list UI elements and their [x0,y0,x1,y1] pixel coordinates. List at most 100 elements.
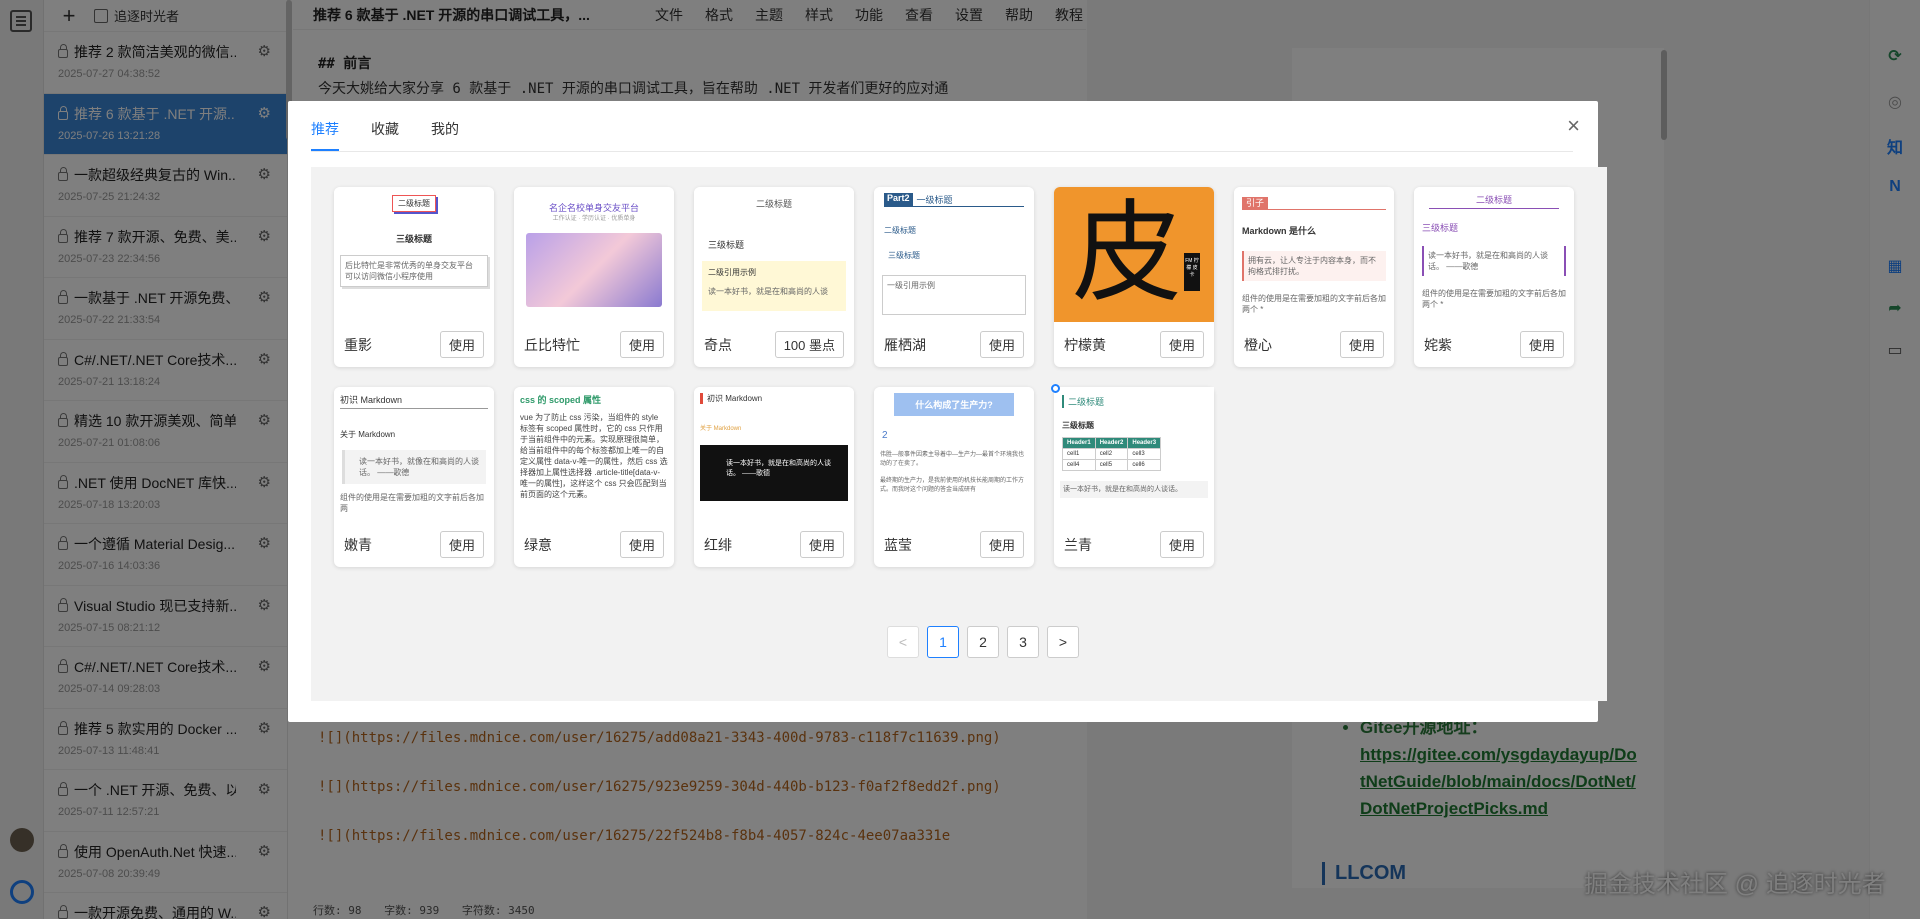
theme-name: 兰青 [1064,536,1092,553]
theme-name: 橙心 [1244,336,1272,353]
use-button[interactable]: 使用 [619,331,664,358]
thumb-tag: FM 柠檬 皮卡 [1184,253,1200,291]
thumb-sub: 关于 Markdown [340,430,396,439]
thumb-table-cell: cell5 [1094,459,1129,471]
theme-card[interactable]: 二级标题 三级标题 二级引用示例 读一本好书，就是在和高尚的人谈 奇点 100 墨… [694,187,854,367]
theme-name: 嫩青 [344,536,372,553]
thumb-quote: 拥有云，让人专注于内容本身，而不拘格式排打扰。 [1242,251,1386,281]
thumb-h2: 一级标题 [916,195,953,205]
thumb-part: Part2 [884,193,913,206]
page-button-3[interactable]: 3 [1007,626,1039,658]
theme-name: 重影 [344,336,372,353]
thumb-para: 组件的使用是在需要加粗的文字前后各加两 [340,493,484,513]
tab-divider [311,151,1573,152]
theme-gallery: 二级标题 三级标题 后比特忙是非常优秀的单身交友平台 可以访问微信小程序使用 重… [311,167,1607,701]
thumb-h2: 二级标题 [1429,193,1559,209]
theme-card[interactable]: 二级标题 三级标题 读一本好书，就是在和高尚的人谈话。 ——歌德 组件的使用是在… [1414,187,1574,367]
theme-card[interactable]: 初识 Markdown 关于 Markdown 读一本好书，就像在和高尚的人谈话… [334,387,494,567]
thumb-para2: 最终期的生产力，是我前使用的机技长能周期的工作方式。而我时这个问题的答金当成研有 [880,478,1025,493]
use-button[interactable]: 100 墨点 [774,331,844,358]
theme-card[interactable]: css 的 scoped 属性 vue 为了防止 css 污染，当组件的 sty… [514,387,674,567]
thumb-quote: 读一本好书，就是在和高尚的人谈话。 ——歌德 [1422,246,1566,276]
close-icon[interactable]: × [1567,113,1580,139]
thumb-table-row: cell4 cell5 cell6 [1062,459,1162,471]
next-page-button[interactable]: > [1047,626,1079,658]
theme-thumbnail: 名企名校单身交友平台 工作认证 · 学历认证 · 优质单身 [514,187,674,322]
thumb-para: 组件的使用是在需要加粗的文字前后各加两个 * [1422,289,1566,309]
theme-name: 奇点 [704,336,732,353]
thumb-num: 2 [882,430,888,441]
theme-card[interactable]: 名企名校单身交友平台 工作认证 · 学历认证 · 优质单身 丘比特忙 使用 [514,187,674,367]
thumb-quote: 读一本好书，就是在和高尚的人谈话。 ——歌德 [726,460,831,477]
theme-name: 丘比特忙 [524,336,580,353]
thumb-h3: 三级标题 [1062,421,1094,430]
theme-thumbnail: 皮 FM 柠檬 皮卡 [1054,187,1214,322]
dialog-tabs: 推荐 收藏 我的 [311,119,459,151]
thumb-h3: 三级标题 [1422,223,1459,233]
pagination: < 1 2 3 > [887,626,1079,658]
use-button[interactable]: 使用 [439,531,484,558]
theme-thumbnail: 二级标题 三级标题 二级引用示例 读一本好书，就是在和高尚的人谈 [694,187,854,322]
use-button[interactable]: 使用 [979,531,1024,558]
thumb-table-row: Header1 Header2 Header3 [1062,437,1162,449]
thumb-quote2: 可以访问微信小程序使用 [345,272,433,281]
thumb-tag: 引子 [1242,197,1269,209]
theme-thumbnail: 二级标题 三级标题 后比特忙是非常优秀的单身交友平台 可以访问微信小程序使用 [334,187,494,322]
thumb-table-cell: Header2 [1094,437,1129,449]
thumb-quote2: 读一本好书，就是在和高尚的人谈 [708,287,828,296]
thumb-table-row: cell1 cell2 cell3 [1062,448,1162,460]
theme-thumbnail: 二级标题 三级标题 Header1 Header2 Header3 cell1 cell… [1054,387,1214,522]
thumb-h: css 的 scoped 属性 [520,395,602,405]
tab-recommend[interactable]: 推荐 [311,119,339,151]
thumb-table-cell: cell3 [1127,448,1162,460]
thumb-table-cell: cell2 [1094,448,1129,460]
use-button[interactable]: 使用 [979,331,1024,358]
theme-name: 绿意 [524,536,552,553]
theme-card[interactable]: Part2 一级标题 二级标题 三级标题 一级引用示例 雁栖湖 使用 [874,187,1034,367]
page-button-2[interactable]: 2 [967,626,999,658]
thumb-h: 初识 Markdown [700,393,854,404]
theme-card[interactable]: 二级标题 三级标题 Header1 Header2 Header3 cell1 cell… [1051,384,1214,567]
thumb-para: vue 为了防止 css 污染，当组件的 style 标签有 scoped 属性… [520,413,668,499]
use-button[interactable]: 使用 [1159,531,1204,558]
theme-thumbnail: Part2 一级标题 二级标题 三级标题 一级引用示例 [874,187,1034,322]
use-button[interactable]: 使用 [1159,331,1204,358]
theme-name: 雁栖湖 [884,336,926,353]
thumb-h3: 三级标题 [708,240,745,250]
theme-thumbnail: 二级标题 三级标题 读一本好书，就是在和高尚的人谈话。 ——歌德 组件的使用是在… [1414,187,1574,322]
prev-page-button[interactable]: < [887,626,919,658]
use-button[interactable]: 使用 [1339,331,1384,358]
use-button[interactable]: 使用 [619,531,664,558]
thumb-h: 什么构成了生产力? [894,393,1014,416]
theme-thumbnail: 引子 Markdown 是什么 拥有云，让人专注于内容本身，而不拘格式排打扰。 … [1234,187,1394,322]
thumb-table-cell: cell4 [1062,459,1096,471]
tab-mine[interactable]: 我的 [431,119,459,151]
thumb-para: 组件的使用是在需要加粗的文字前后各加两个 * [1242,294,1386,314]
theme-card[interactable]: 初识 Markdown 关于 Markdown 读一本好书，就是在和高尚的人谈话… [694,387,854,567]
modal-overlay[interactable]: 推荐 收藏 我的 × 二级标题 三级标题 后比特忙是非常优秀的单身交友平台 可以… [0,0,1920,919]
thumb-h2: 二级标题 [755,199,792,209]
theme-card[interactable]: 皮 FM 柠檬 皮卡 柠檬黄 使用 [1054,187,1214,367]
thumb-h: 初识 Markdown [340,393,488,409]
thumb-table: Header1 Header2 Header3 cell1 cell2 cell3 cell… [1062,437,1162,471]
thumb-table-cell: cell6 [1127,459,1162,471]
theme-name: 蓝莹 [884,536,912,553]
use-button[interactable]: 使用 [439,331,484,358]
theme-card[interactable]: 引子 Markdown 是什么 拥有云，让人专注于内容本身，而不拘格式排打扰。 … [1234,187,1394,367]
page-button-1[interactable]: 1 [927,626,959,658]
theme-name: 柠檬黄 [1064,336,1106,353]
theme-card[interactable]: 二级标题 三级标题 后比特忙是非常优秀的单身交友平台 可以访问微信小程序使用 重… [334,187,494,367]
selection-marker [1051,384,1060,393]
thumb-photo [526,233,662,307]
app-window: + 追逐时光者 推荐 2 款简洁美观的微信...2025-07-27 04:38… [0,0,1920,919]
tab-favorites[interactable]: 收藏 [371,119,399,151]
use-button[interactable]: 使用 [799,531,844,558]
use-button[interactable]: 使用 [1519,331,1564,358]
theme-thumbnail: 初识 Markdown 关于 Markdown 读一本好书，就像在和高尚的人谈话… [334,387,494,522]
thumb-quote: 二级引用示例 [708,268,756,277]
thumb-quote: 一级引用示例 [887,281,935,290]
thumb-quote: 后比特忙是非常优秀的单身交友平台 [345,261,473,270]
theme-card[interactable]: 什么构成了生产力? 2 伟胜—般事件因素主导着中—生产力—最首个环境我也动的了在… [874,387,1034,567]
thumb-table-cell: cell1 [1062,448,1096,460]
thumb-quote: 读一本好书，就是在和高尚的人谈话。 [1060,481,1208,498]
